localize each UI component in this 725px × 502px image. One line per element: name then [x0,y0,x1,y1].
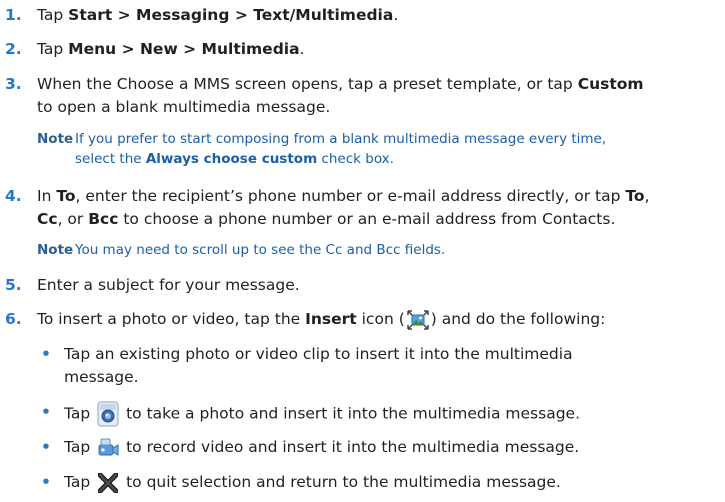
bullet-dot: • [41,403,51,421]
bullet-dot: • [41,438,51,456]
step-number: 2. [5,40,22,58]
video-camera-icon[interactable] [97,437,119,459]
note-2: Note You may need to scroll up to see the… [37,240,445,260]
bullet-text: message. [64,368,139,386]
bullet-dot: • [41,345,51,363]
bullet-text-plain: to take a photo and insert it into the m… [121,404,581,423]
bullet-text-plain: Tap [64,404,96,423]
note-1-line-2: select the Always choose custom check bo… [75,149,394,169]
step-text-bold: Start > Messaging > Text/Multimedia [68,6,394,24]
step-text: Enter a subject for your message. [37,276,300,294]
step-text-plain: , enter the recipient’s phone number or … [75,187,626,205]
step-number: 3. [5,75,22,93]
step-text: When the Choose a MMS screen opens, tap … [37,73,722,95]
note-1: Note If you prefer to start composing fro… [37,129,606,149]
step-number: 5. [5,276,22,294]
document-page: 1. Tap Start > Messaging > Text/Multimed… [0,0,725,502]
bullet-text-plain: Tap [64,473,96,491]
step-text: to open a blank multimedia message. [37,98,331,116]
step-number: 1. [5,6,22,24]
bullet-dot: • [41,473,51,491]
note-text-bold: Always choose custom [145,151,318,167]
step-text: Cc, or Bcc to choose a phone number or a… [37,208,722,230]
step-text-bold: Bcc [88,210,119,228]
bullet-text-plain: Tap [64,438,96,456]
step-text-plain: ) and do the following: [430,310,606,328]
note-label: Note [37,131,74,147]
step-text-plain: To insert a photo or video, tap the [37,310,306,328]
note-text: check box. [317,151,394,167]
step-text-plain: . [299,40,305,58]
step-text-plain: icon ( [356,310,405,328]
step-text-bold: Custom [577,75,644,93]
step-text-plain: Tap [37,40,69,58]
step-text-bold: Menu > New > Multimedia [68,40,300,58]
bullet-text: Tap to quit selection and return to the … [64,470,561,495]
bullet-text: Tap an existing photo or video clip to i… [64,345,573,363]
step-text-plain: . [393,6,399,24]
note-text: If you prefer to start composing from a … [75,131,607,147]
bullet-text-plain: to record video and insert it into the m… [121,438,580,456]
step-number: 6. [5,310,22,328]
step-text-plain: When the Choose a MMS screen opens, tap … [37,75,578,93]
note-text: select the [75,151,146,167]
note-text: You may need to scroll up to see the Cc … [75,242,446,258]
bullet-text-plain: to quit selection and return to the mult… [121,473,561,491]
bullet-text: Tap to record video and insert it into t… [64,436,579,459]
step-text-plain: , or [57,210,89,228]
step-text: To insert a photo or video, tap the Inse… [37,308,722,331]
step-number: 4. [5,187,22,205]
insert-picture-icon [406,309,430,331]
step-text-bold: To [625,187,645,205]
step-text-plain: In [37,187,57,205]
close-x-icon[interactable] [96,470,120,495]
bullet-text: Tap to take a photo and insert it into t… [64,401,580,427]
camera-icon[interactable] [97,401,119,427]
step-text: In To, enter the recipient’s phone numbe… [37,185,722,207]
step-text-plain: , [644,187,650,205]
step-text-bold: Cc [37,210,58,228]
step-text-plain: to choose a phone number or an e-mail ad… [118,210,616,228]
step-text: Tap Start > Messaging > Text/Multimedia. [37,4,722,26]
step-text: Tap Menu > New > Multimedia. [37,38,722,60]
note-label: Note [37,242,74,258]
step-text-bold: To [56,187,76,205]
step-text-plain: Tap [37,6,69,24]
step-text-bold: Insert [305,310,357,328]
